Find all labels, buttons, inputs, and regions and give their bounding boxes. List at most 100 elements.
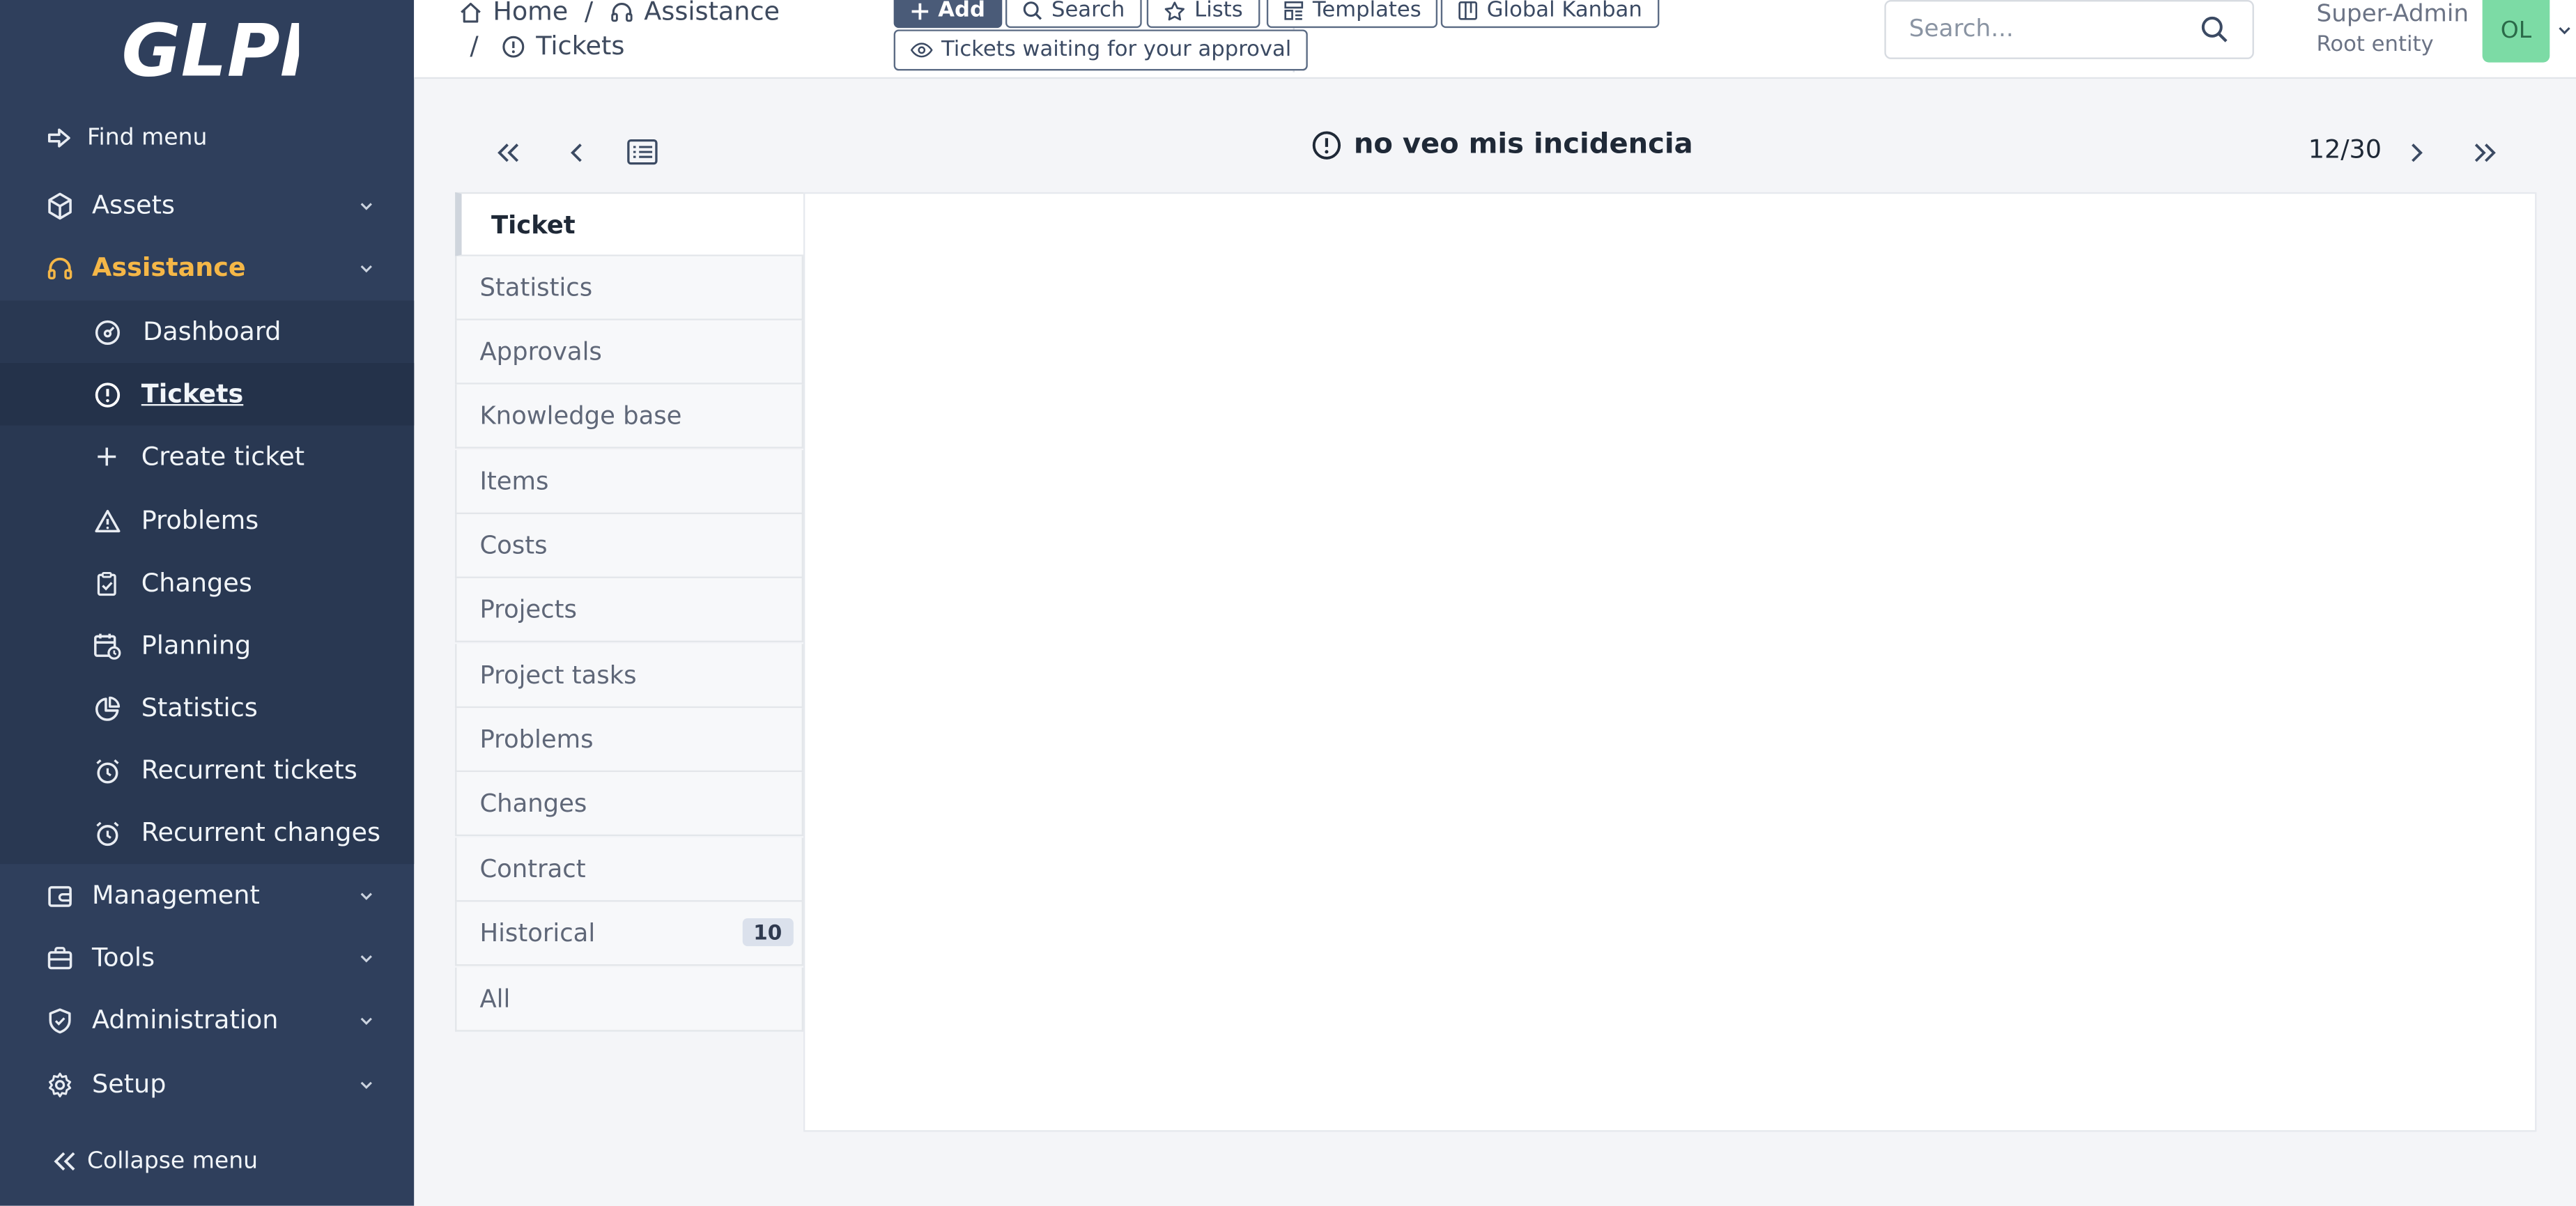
sidebar-item-administration[interactable]: Administration xyxy=(0,989,414,1051)
search-button[interactable]: Search xyxy=(1005,0,1141,29)
double-chevron-left-icon xyxy=(49,1147,79,1176)
submenu-label: Recurrent changes xyxy=(141,818,381,848)
headset-icon xyxy=(45,253,74,282)
sidebar-item-label: Management xyxy=(92,880,260,911)
templates-button[interactable]: Templates xyxy=(1266,0,1438,29)
tab-project-tasks[interactable]: Project tasks xyxy=(455,644,803,709)
user-entity[interactable]: Root entity xyxy=(2316,33,2433,57)
plus-icon xyxy=(911,2,929,20)
tab-label: Project tasks xyxy=(479,660,637,690)
tab-label: Projects xyxy=(479,594,577,624)
tab-label: Items xyxy=(479,466,549,497)
tab-label: All xyxy=(479,984,511,1014)
breadcrumb-home[interactable]: Home xyxy=(493,0,568,26)
svg-text:GLPI: GLPI xyxy=(121,9,299,88)
submenu-item-tickets[interactable]: Tickets xyxy=(0,363,415,426)
list-view-button[interactable] xyxy=(623,132,663,171)
global-kanban-button[interactable]: Global Kanban xyxy=(1440,0,1659,29)
tab-all[interactable]: All xyxy=(455,967,803,1032)
submenu-item-create-ticket[interactable]: Create ticket xyxy=(0,426,414,488)
avatar[interactable]: OL xyxy=(2482,0,2550,63)
first-item-button[interactable] xyxy=(488,133,527,173)
tab-historical[interactable]: Historical 10 xyxy=(455,902,803,966)
lists-button-label: Lists xyxy=(1194,0,1243,24)
gauge-icon xyxy=(92,317,121,346)
breadcrumb: Home / Assistance xyxy=(458,0,780,26)
submenu-item-problems[interactable]: Problems xyxy=(0,490,414,552)
submenu-item-statistics[interactable]: Statistics xyxy=(0,677,414,739)
collapse-menu-button[interactable]: Collapse menu xyxy=(0,1130,414,1193)
breadcrumb-tickets[interactable]: Tickets xyxy=(536,31,624,61)
chevron-down-icon xyxy=(360,203,372,210)
tab-costs[interactable]: Costs xyxy=(455,513,803,578)
tickets-waiting-approval-label: Tickets waiting for your approval xyxy=(941,38,1292,63)
tab-projects[interactable]: Projects xyxy=(455,578,803,642)
cube-icon xyxy=(45,191,74,220)
submenu-item-planning[interactable]: Planning xyxy=(0,614,414,677)
chevron-down-icon xyxy=(360,955,372,963)
submenu-label: Problems xyxy=(141,506,259,536)
glpi-logo[interactable]: GLPI xyxy=(115,6,299,88)
tab-problems[interactable]: Problems xyxy=(455,708,803,773)
submenu-label: Changes xyxy=(141,568,252,598)
previous-item-button[interactable] xyxy=(557,133,596,173)
sidebar-item-label: Assets xyxy=(92,190,175,220)
lists-button[interactable]: Lists xyxy=(1146,0,1260,29)
user-name[interactable]: Super-Admin xyxy=(2316,1,2469,28)
search-input[interactable] xyxy=(1906,15,2192,45)
tab-items[interactable]: Items xyxy=(455,450,803,514)
tab-changes[interactable]: Changes xyxy=(455,772,803,837)
breadcrumb-assistance[interactable]: Assistance xyxy=(644,0,780,26)
last-item-button[interactable] xyxy=(2466,133,2506,173)
tab-approvals[interactable]: Approvals xyxy=(455,320,803,385)
alarm-clock-icon xyxy=(92,818,121,847)
chevron-right-icon xyxy=(2412,144,2423,162)
headset-icon xyxy=(611,1,633,22)
tab-statistics[interactable]: Statistics xyxy=(455,256,803,320)
sidebar-item-setup[interactable]: Setup xyxy=(0,1053,414,1115)
tab-label: Ticket xyxy=(491,209,576,240)
assistance-submenu: Dashboard Tickets Create ticket Problems xyxy=(0,300,415,865)
find-menu-button[interactable]: Find menu xyxy=(0,107,414,169)
chevron-left-icon xyxy=(571,144,582,162)
submenu-label: Statistics xyxy=(141,693,258,723)
collapse-menu-label: Collapse menu xyxy=(86,1148,259,1175)
tab-knowledge-base[interactable]: Knowledge base xyxy=(455,384,803,449)
search-icon[interactable] xyxy=(2200,15,2229,44)
search-button-label: Search xyxy=(1051,0,1125,24)
sidebar-item-label: Setup xyxy=(92,1069,167,1099)
submenu-item-recurrent-tickets[interactable]: Recurrent tickets xyxy=(0,739,414,802)
submenu-item-dashboard[interactable]: Dashboard xyxy=(0,300,414,363)
chevron-down-icon[interactable] xyxy=(2556,22,2573,38)
tab-label: Approvals xyxy=(479,337,602,366)
add-button[interactable]: Add xyxy=(893,0,1002,29)
sidebar: GLPI Find menu Assets Assistance Dashboa… xyxy=(0,0,415,1206)
tab-ticket[interactable]: Ticket xyxy=(455,192,803,256)
alert-circle-icon xyxy=(92,380,121,409)
tickets-waiting-approval-button[interactable]: Tickets waiting for your approval xyxy=(893,29,1308,71)
search-icon xyxy=(1023,1,1042,20)
tab-contract[interactable]: Contract xyxy=(455,837,803,902)
calendar-clock-icon xyxy=(92,631,121,660)
template-icon xyxy=(1284,1,1304,20)
ticket-title: no veo mis incidencia xyxy=(1311,128,1693,161)
tab-label: Costs xyxy=(479,530,548,561)
sidebar-item-assets[interactable]: Assets xyxy=(0,174,414,237)
star-icon xyxy=(1164,1,1185,20)
ticket-title-text: no veo mis incidencia xyxy=(1353,127,1693,162)
gear-icon xyxy=(45,1069,74,1099)
count-badge: 10 xyxy=(741,918,794,947)
submenu-item-recurrent-changes[interactable]: Recurrent changes xyxy=(0,802,414,865)
submenu-label: Planning xyxy=(141,631,252,660)
list-icon xyxy=(627,138,658,164)
alarm-clock-icon xyxy=(92,756,121,785)
item-counter: 12/30 xyxy=(2308,134,2382,164)
plus-icon xyxy=(92,442,121,471)
sidebar-item-assistance[interactable]: Assistance xyxy=(0,237,414,300)
submenu-item-changes[interactable]: Changes xyxy=(0,552,414,614)
sidebar-item-management[interactable]: Management xyxy=(0,864,414,927)
tab-label: Knowledge base xyxy=(479,401,682,431)
next-item-button[interactable] xyxy=(2397,133,2437,173)
sidebar-item-tools[interactable]: Tools xyxy=(0,927,414,989)
find-menu-label: Find menu xyxy=(86,125,208,151)
